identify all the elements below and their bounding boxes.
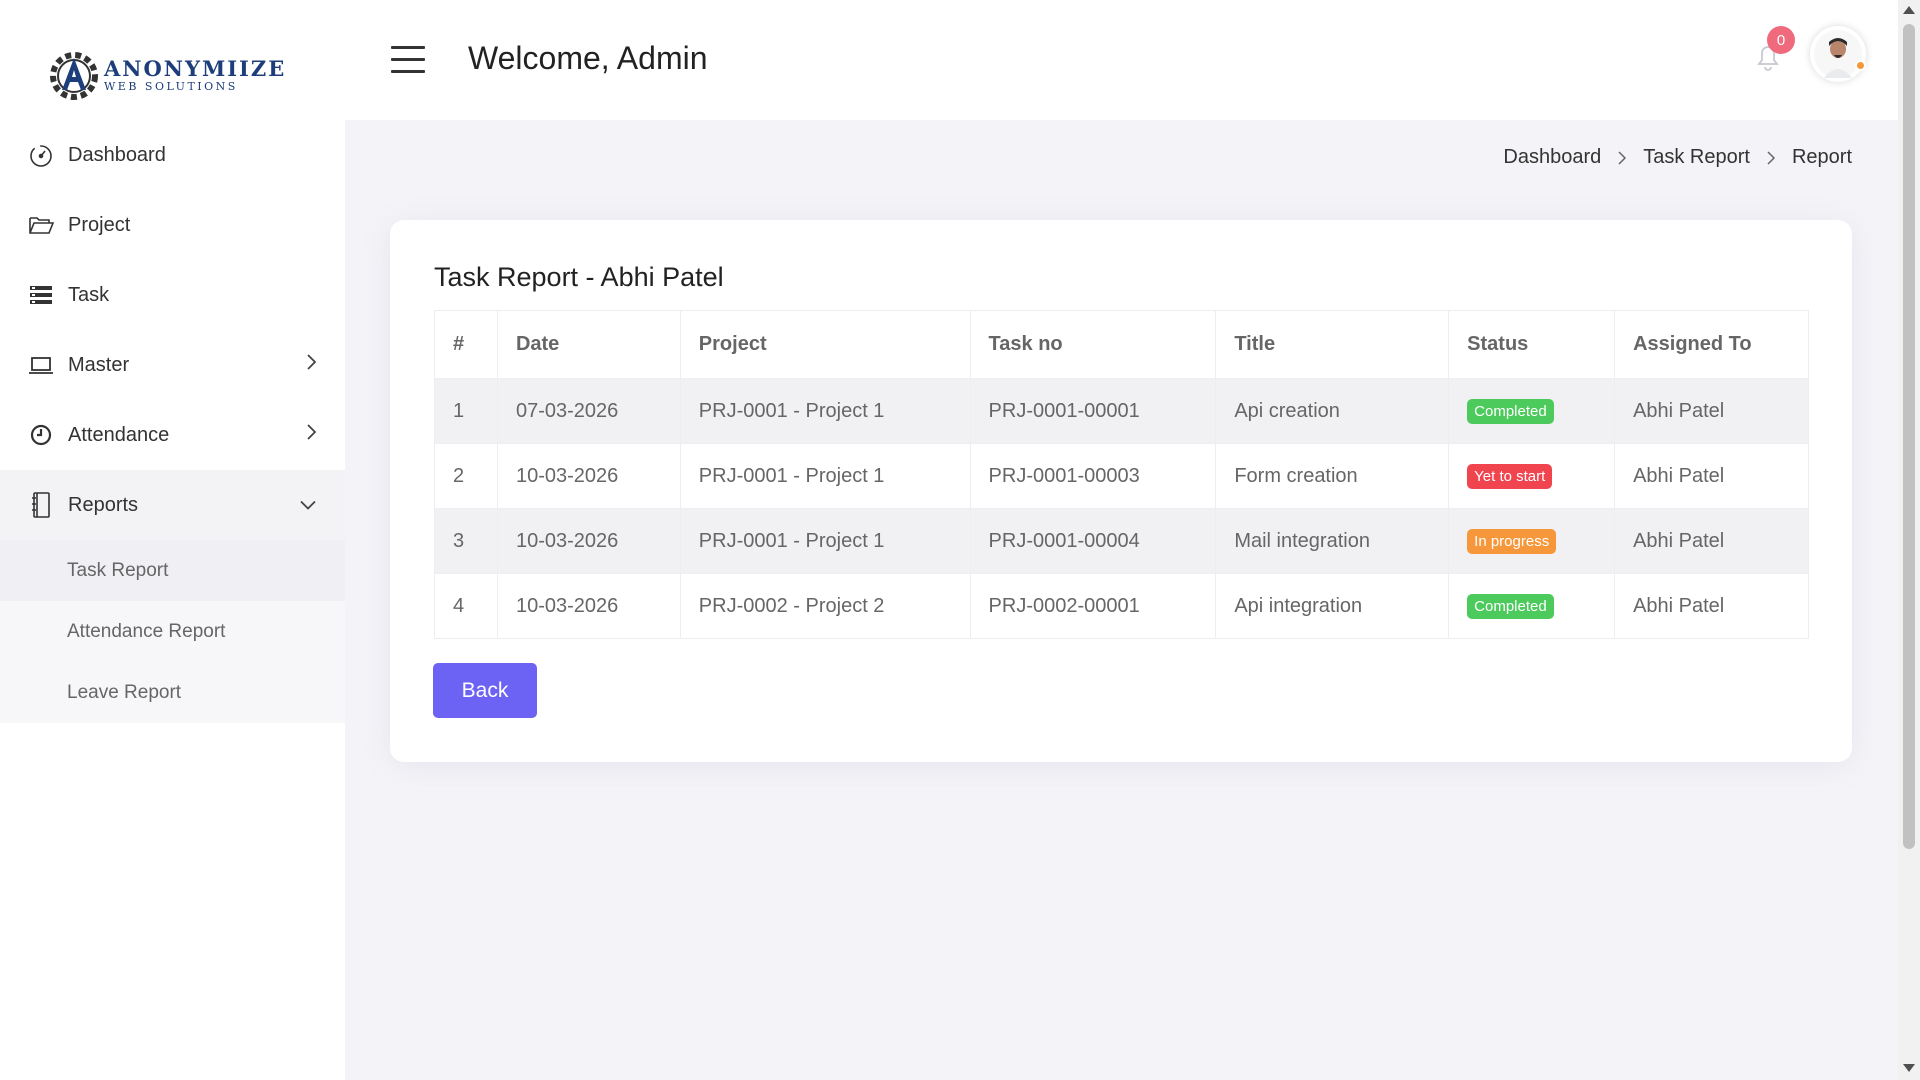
cell-title: Api integration	[1215, 573, 1450, 639]
cell-assigned-to: Abhi Patel	[1614, 573, 1809, 639]
status-badge: In progress	[1467, 528, 1557, 554]
column-header[interactable]: Task no	[970, 310, 1217, 379]
submenu-item-task-report[interactable]: Task Report	[0, 540, 345, 601]
cell-task-no: PRJ-0001-00003	[970, 443, 1217, 509]
cell-date: 10-03-2026	[497, 508, 681, 574]
breadcrumb-dashboard[interactable]: Dashboard	[1503, 146, 1601, 169]
chevron-down-icon	[299, 494, 317, 517]
cell-status: Completed	[1448, 378, 1616, 444]
column-header[interactable]: Date	[497, 310, 681, 379]
brand-logo[interactable]: ANONYMIIZE WEB SOLUTIONS	[48, 46, 284, 106]
sidebar-item-project[interactable]: Project	[0, 190, 345, 260]
chevron-right-icon	[305, 423, 317, 447]
sidebar-item-label: Task	[68, 283, 110, 306]
cell-status: Yet to start	[1448, 443, 1616, 509]
cell-date: 07-03-2026	[497, 378, 681, 444]
cell-assigned-to: Abhi Patel	[1614, 508, 1809, 574]
sidebar-item-label: Attendance	[68, 423, 170, 446]
hamburger-menu-icon[interactable]	[391, 46, 425, 74]
report-title: Task Report - Abhi Patel	[434, 262, 724, 292]
chevron-right-icon	[1617, 150, 1627, 166]
vertical-scrollbar[interactable]	[1898, 0, 1920, 1080]
task-report-table: # Date Project Task no Title Status Assi…	[434, 310, 1809, 639]
chevron-right-icon	[1766, 150, 1776, 166]
laptop-icon	[28, 352, 54, 378]
brand-name: ANONYMIIZE	[104, 56, 287, 81]
clock-icon	[28, 422, 54, 448]
cell-date: 10-03-2026	[497, 573, 681, 639]
sidebar: ANONYMIIZE WEB SOLUTIONS Dashboard Proje…	[0, 0, 345, 1080]
breadcrumb-current: Report	[1791, 146, 1852, 168]
status-badge: Completed	[1467, 398, 1554, 424]
notification-count-badge: 0	[1767, 26, 1795, 54]
cell-date: 10-03-2026	[497, 443, 681, 509]
back-button[interactable]: Back	[433, 663, 537, 718]
submenu-item-attendance-report[interactable]: Attendance Report	[0, 601, 345, 662]
task-report-card: Task Report - Abhi Patel # Date Project …	[390, 220, 1852, 762]
table-row: 1 07-03-2026 PRJ-0001 - Project 1 PRJ-00…	[434, 378, 1809, 444]
table-header-row: # Date Project Task no Title Status Assi…	[434, 310, 1809, 379]
cell-project: PRJ-0001 - Project 1	[680, 443, 971, 509]
sidebar-item-reports[interactable]: Reports	[0, 470, 345, 540]
status-badge: Completed	[1467, 593, 1554, 619]
sidebar-item-label: Master	[68, 353, 130, 376]
cell-status: Completed	[1448, 573, 1616, 639]
cell-task-no: PRJ-0002-00001	[970, 573, 1217, 639]
cell-assigned-to: Abhi Patel	[1614, 443, 1809, 509]
submenu-item-leave-report[interactable]: Leave Report	[0, 662, 345, 723]
cell-task-no: PRJ-0001-00001	[970, 378, 1217, 444]
chevron-right-icon	[305, 353, 317, 377]
column-header[interactable]: Title	[1215, 310, 1450, 379]
status-badge: Yet to start	[1467, 463, 1553, 489]
notebook-icon	[28, 492, 54, 518]
cell-project: PRJ-0001 - Project 1	[680, 378, 971, 444]
column-header[interactable]: Status	[1448, 310, 1616, 379]
table-row: 4 10-03-2026 PRJ-0002 - Project 2 PRJ-00…	[434, 573, 1809, 639]
top-header: Welcome, Admin 0	[345, 0, 1898, 120]
gear-logo-icon	[50, 52, 98, 100]
reports-submenu: Task Report Attendance Report Leave Repo…	[0, 540, 345, 723]
sidebar-item-label: Reports	[68, 493, 139, 516]
column-header[interactable]: #	[434, 310, 498, 379]
breadcrumb: Dashboard Task Report Report	[1503, 146, 1852, 169]
cell-status: In progress	[1448, 508, 1616, 574]
column-header[interactable]: Project	[680, 310, 971, 379]
sidebar-item-attendance[interactable]: Attendance	[0, 400, 345, 470]
user-avatar[interactable]	[1810, 26, 1866, 82]
cell-project: PRJ-0002 - Project 2	[680, 573, 971, 639]
cell-num: 3	[434, 508, 498, 574]
cell-title: Form creation	[1215, 443, 1450, 509]
dashboard-gauge-icon	[28, 142, 54, 168]
sidebar-item-dashboard[interactable]: Dashboard	[0, 120, 345, 190]
table-row: 2 10-03-2026 PRJ-0001 - Project 1 PRJ-00…	[434, 443, 1809, 509]
task-list-icon	[28, 282, 54, 308]
sidebar-item-task[interactable]: Task	[0, 260, 345, 330]
cell-num: 2	[434, 443, 498, 509]
cell-num: 4	[434, 573, 498, 639]
brand-tagline: WEB SOLUTIONS	[104, 80, 238, 93]
column-header[interactable]: Assigned To	[1614, 310, 1809, 379]
sidebar-item-master[interactable]: Master	[0, 330, 345, 400]
sidebar-item-label: Project	[68, 213, 131, 236]
sidebar-item-label: Dashboard	[68, 143, 166, 166]
breadcrumb-task-report[interactable]: Task Report	[1643, 146, 1750, 169]
table-row: 3 10-03-2026 PRJ-0001 - Project 1 PRJ-00…	[434, 508, 1809, 574]
cell-project: PRJ-0001 - Project 1	[680, 508, 971, 574]
cell-title: Api creation	[1215, 378, 1450, 444]
scrollbar-thumb[interactable]	[1903, 24, 1915, 849]
cell-task-no: PRJ-0001-00004	[970, 508, 1217, 574]
scroll-up-arrow-icon[interactable]	[1903, 6, 1915, 14]
sidebar-nav: Dashboard Project Task Master Attendance…	[0, 120, 345, 723]
cell-num: 1	[434, 378, 498, 444]
cell-title: Mail integration	[1215, 508, 1450, 574]
scroll-down-arrow-icon[interactable]	[1903, 1064, 1915, 1072]
cell-assigned-to: Abhi Patel	[1614, 378, 1809, 444]
folder-open-icon	[28, 212, 54, 238]
welcome-title: Welcome, Admin	[468, 40, 708, 76]
user-status-dot	[1855, 60, 1866, 71]
